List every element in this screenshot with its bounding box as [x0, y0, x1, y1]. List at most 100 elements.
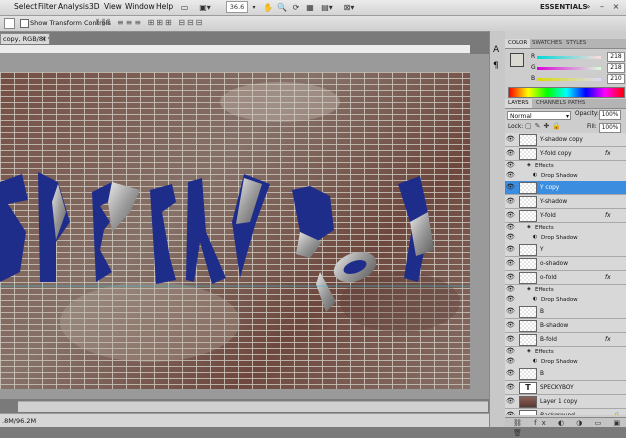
menu-view[interactable]: View	[104, 2, 122, 11]
layers-panel-footer-icons[interactable]: ⛓ fx ◐ ◑ ▭ ▣ 🗑	[505, 417, 626, 437]
visibility-eye-icon[interactable]: 👁	[506, 197, 515, 206]
visibility-eye-icon[interactable]: 👁	[506, 233, 515, 242]
tab-color[interactable]: COLOR	[505, 39, 531, 48]
document-canvas[interactable]	[0, 72, 470, 389]
zoom-level-field[interactable]: 36.6	[226, 1, 248, 13]
fill-field[interactable]: 100%	[599, 123, 621, 133]
tab-channels[interactable]: CHANNELS	[533, 99, 569, 108]
visibility-eye-icon[interactable]: 👁	[506, 161, 515, 170]
layer-row[interactable]: 👁 Y-shadow	[505, 195, 626, 209]
screen-mode-icon[interactable]: ⊠▾	[340, 1, 358, 13]
close-tab-icon[interactable]: ×	[41, 34, 49, 44]
transform-controls-checkbox[interactable]	[20, 19, 29, 28]
visibility-eye-icon[interactable]: 👁	[506, 223, 515, 232]
tab-styles[interactable]: STYLES	[563, 39, 589, 48]
layer-effects-icon[interactable]: fx	[605, 274, 611, 281]
layer-row[interactable]: 👁 T SPECKYBOY	[505, 381, 626, 395]
tab-paths[interactable]: PATHS	[565, 99, 588, 108]
align-icons[interactable]: ⫴⫼⫴ ≡≡≡ ⊞⊞⊞ ⊟⊟⊟	[96, 18, 204, 28]
rotate-view-icon[interactable]: ⟳	[290, 1, 302, 13]
layer-row[interactable]: 👁 Y copy	[505, 181, 626, 195]
color-spectrum-ramp[interactable]	[508, 87, 625, 98]
zoom-tool-icon[interactable]: 🔍	[276, 1, 288, 13]
menu-window[interactable]: Window	[125, 2, 155, 11]
channel-g-track[interactable]	[537, 67, 601, 70]
paragraph-panel-icon[interactable]: ¶	[493, 61, 499, 71]
arrange-documents-icon[interactable]: ▤▾	[318, 1, 336, 13]
effects-row[interactable]: 👁 ◈ Effects	[505, 223, 626, 233]
layer-row[interactable]: 👁 o-fold fx	[505, 271, 626, 285]
hand-tool-icon[interactable]: ✋	[262, 1, 274, 13]
visibility-eye-icon[interactable]: 👁	[506, 149, 515, 158]
visibility-eye-icon[interactable]: 👁	[506, 411, 515, 415]
visibility-eye-icon[interactable]: 👁	[506, 307, 515, 316]
layer-row[interactable]: 👁 o-shadow	[505, 257, 626, 271]
visibility-eye-icon[interactable]: 👁	[506, 211, 515, 220]
layer-row[interactable]: 👁 Background 🔒	[505, 409, 626, 415]
lock-options-icons[interactable]: ▢✎✚🔒	[525, 122, 564, 130]
layer-row[interactable]: 👁 Y	[505, 243, 626, 257]
visibility-eye-icon[interactable]: 👁	[506, 273, 515, 282]
channel-b-value[interactable]: 210	[607, 74, 625, 84]
effect-row[interactable]: 👁 ◐ Drop Shadow	[505, 171, 626, 181]
effects-row[interactable]: 👁 ◈ Effects	[505, 347, 626, 357]
layer-effects-icon[interactable]: fx	[605, 150, 611, 157]
grid-icon[interactable]: ▦	[304, 1, 316, 13]
layer-row[interactable]: 👁 Layer 1 copy	[505, 395, 626, 409]
effects-row[interactable]: 👁 ◈ Effects	[505, 285, 626, 295]
zoom-dropdown-icon[interactable]: ▾	[250, 1, 258, 13]
visibility-eye-icon[interactable]: 👁	[506, 369, 515, 378]
layer-effects-icon[interactable]: fx	[605, 336, 611, 343]
opacity-field[interactable]: 100%	[599, 110, 621, 120]
channel-g-value[interactable]: 218	[607, 63, 625, 73]
visibility-eye-icon[interactable]: 👁	[506, 295, 515, 304]
effect-row[interactable]: 👁 ◐ Drop Shadow	[505, 295, 626, 305]
effects-row[interactable]: 👁 ◈ Effects	[505, 161, 626, 171]
tool-preset-icon[interactable]	[4, 18, 15, 29]
layer-row[interactable]: 👁 B	[505, 305, 626, 319]
view-extras-icon[interactable]: ▣▾	[196, 1, 214, 13]
visibility-eye-icon[interactable]: 👁	[506, 347, 515, 356]
layer-row[interactable]: 👁 Y-fold fx	[505, 209, 626, 223]
tab-swatches[interactable]: SWATCHES	[529, 39, 565, 48]
close-window-icon[interactable]: ×	[610, 1, 622, 13]
visibility-eye-icon[interactable]: 👁	[506, 397, 515, 406]
visibility-eye-icon[interactable]: 👁	[506, 335, 515, 344]
visibility-eye-icon[interactable]: 👁	[506, 321, 515, 330]
menu-select[interactable]: Select	[14, 2, 37, 11]
workspace-switcher[interactable]: ESSENTIALS	[540, 1, 588, 13]
visibility-eye-icon[interactable]: 👁	[506, 183, 515, 192]
horizontal-scrollbar[interactable]	[18, 401, 488, 412]
foreground-color-swatch[interactable]	[510, 53, 524, 67]
document-tab[interactable]: copy, RGB/8) * ×	[0, 33, 50, 44]
channel-r-track[interactable]	[537, 56, 601, 59]
menu-filter[interactable]: Filter	[38, 2, 57, 11]
visibility-eye-icon[interactable]: 👁	[506, 285, 515, 294]
layer-row[interactable]: 👁 B-fold fx	[505, 333, 626, 347]
menu-help[interactable]: Help	[156, 2, 173, 11]
menu-3d[interactable]: 3D	[89, 2, 100, 11]
bridge-icon[interactable]: ▭	[178, 1, 191, 13]
character-panel-icon[interactable]: A	[493, 45, 499, 55]
minimize-icon[interactable]: –	[596, 1, 608, 13]
tab-layers[interactable]: LAYERS	[505, 99, 532, 108]
visibility-eye-icon[interactable]: 👁	[506, 357, 515, 366]
visibility-eye-icon[interactable]: 👁	[506, 383, 515, 392]
drop-shadow-icon: ◐	[533, 296, 538, 302]
visibility-eye-icon[interactable]: 👁	[506, 135, 515, 144]
layer-row[interactable]: 👁 Y-fold copy fx	[505, 147, 626, 161]
visibility-eye-icon[interactable]: 👁	[506, 245, 515, 254]
blend-mode-select[interactable]: Normal ▾	[507, 111, 571, 120]
channel-b-track[interactable]	[537, 78, 601, 81]
menu-analysis[interactable]: Analysis	[58, 2, 89, 11]
visibility-eye-icon[interactable]: 👁	[506, 171, 515, 180]
channel-r-value[interactable]: 218	[607, 52, 625, 62]
layer-row[interactable]: 👁 B	[505, 367, 626, 381]
effect-row[interactable]: 👁 ◐ Drop Shadow	[505, 357, 626, 367]
layer-effects-icon[interactable]: fx	[605, 212, 611, 219]
visibility-eye-icon[interactable]: 👁	[506, 259, 515, 268]
layer-row[interactable]: 👁 B-shadow	[505, 319, 626, 333]
effect-row[interactable]: 👁 ◐ Drop Shadow	[505, 233, 626, 243]
workspace-dropdown-icon[interactable]: »	[582, 1, 594, 13]
layer-row[interactable]: 👁 Y-shadow copy	[505, 133, 626, 147]
